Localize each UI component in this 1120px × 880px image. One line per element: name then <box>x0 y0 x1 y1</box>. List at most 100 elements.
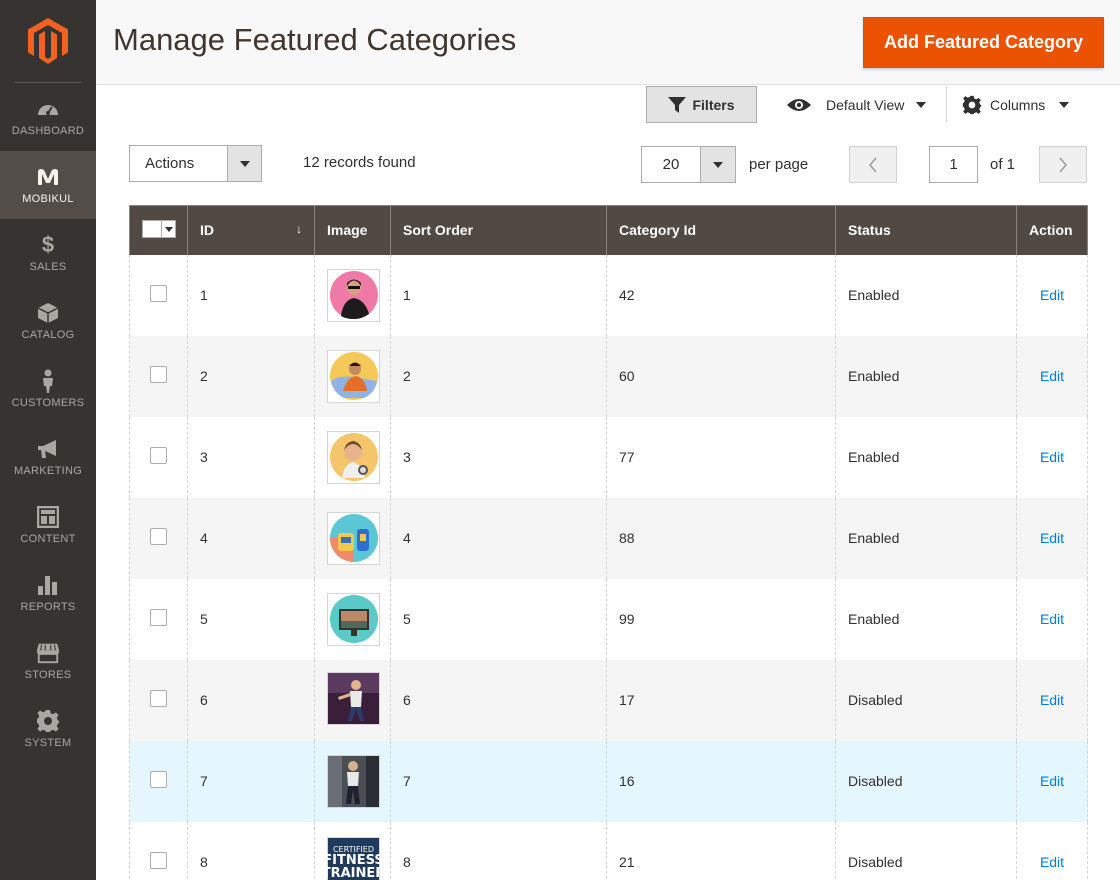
chevron-down-icon <box>161 221 175 238</box>
columns-button[interactable]: Columns <box>962 92 1070 118</box>
cell-sort-order: 4 <box>390 497 607 579</box>
page-header: Manage Featured Categories Add Featured … <box>96 0 1120 85</box>
mass-actions-select[interactable]: Actions <box>129 145 262 182</box>
sidebar-item-dashboard[interactable]: DASHBOARD <box>0 83 96 151</box>
sidebar-item-stores[interactable]: STORES <box>0 627 96 695</box>
magento-logo[interactable] <box>0 0 96 82</box>
sidebar-item-label: MOBIKUL <box>22 193 74 205</box>
sidebar-item-system[interactable]: SYSTEM <box>0 695 96 763</box>
row-checkbox[interactable] <box>150 366 167 383</box>
cell-status: Disabled <box>835 821 1017 880</box>
records-count: 12 records found <box>303 154 416 171</box>
next-page-button[interactable] <box>1039 146 1087 183</box>
columns-label: Columns <box>990 97 1046 113</box>
category-thumbnail <box>327 511 380 565</box>
sidebar-item-content[interactable]: CONTENT <box>0 491 96 559</box>
row-checkbox[interactable] <box>150 447 167 464</box>
table-row[interactable]: 5 5 99 Enabled Edit <box>129 578 1088 660</box>
mass-select-header[interactable] <box>129 205 188 255</box>
column-header-image: Image <box>314 205 391 255</box>
featured-categories-grid: ID ↓ Image Sort Order Category Id Status … <box>129 205 1088 880</box>
toolbar-divider <box>946 86 947 122</box>
sidebar-item-label: REPORTS <box>20 601 76 613</box>
column-header-sort-order[interactable]: Sort Order <box>390 205 607 255</box>
cell-id: 6 <box>187 659 315 741</box>
add-featured-category-button[interactable]: Add Featured Category <box>863 17 1104 68</box>
column-header-status[interactable]: Status <box>835 205 1017 255</box>
cell-id: 8 <box>187 821 315 880</box>
sidebar-item-sales[interactable]: $ SALES <box>0 219 96 287</box>
edit-link[interactable]: Edit <box>1040 449 1064 465</box>
cell-id: 4 <box>187 497 315 579</box>
filters-label: Filters <box>692 96 735 113</box>
edit-link[interactable]: Edit <box>1040 530 1064 546</box>
sort-down-icon: ↓ <box>296 222 302 237</box>
cell-sort-order: 2 <box>390 335 607 417</box>
thumbnail-text: TRAINER <box>321 866 386 880</box>
filter-icon <box>668 96 687 113</box>
page-title: Manage Featured Categories <box>113 22 517 57</box>
admin-sidebar: DASHBOARD MOBIKUL $ SALES CATALOG CUSTOM… <box>0 0 96 880</box>
page-number-input[interactable] <box>929 146 978 183</box>
dashboard-icon <box>36 97 60 121</box>
cell-category-id: 17 <box>606 659 836 741</box>
edit-link[interactable]: Edit <box>1040 854 1064 870</box>
category-thumbnail <box>327 592 380 646</box>
filters-button[interactable]: Filters <box>646 86 757 123</box>
table-row[interactable]: 7 7 16 Disabled Edit <box>129 740 1088 822</box>
sidebar-item-label: SYSTEM <box>24 737 72 749</box>
mass-select-checkbox[interactable] <box>142 220 176 239</box>
page-total: of 1 <box>990 156 1016 173</box>
per-page-select[interactable]: 20 <box>641 146 736 183</box>
chevron-down-icon <box>227 146 261 181</box>
row-checkbox[interactable] <box>150 771 167 788</box>
gear-icon <box>36 709 60 733</box>
row-checkbox[interactable] <box>150 852 167 869</box>
cell-sort-order: 5 <box>390 578 607 660</box>
cell-status: Disabled <box>835 740 1017 822</box>
table-row[interactable]: 6 6 17 Disabled Edit <box>129 659 1088 741</box>
cell-category-id: 60 <box>606 335 836 417</box>
previous-page-button[interactable] <box>849 146 897 183</box>
table-row[interactable]: 2 2 60 Enabled Edit <box>129 335 1088 417</box>
row-checkbox[interactable] <box>150 285 167 302</box>
edit-link[interactable]: Edit <box>1040 692 1064 708</box>
chevron-left-icon <box>869 157 877 172</box>
cell-sort-order: 7 <box>390 740 607 822</box>
chevron-down-icon <box>700 147 735 182</box>
bar-chart-icon <box>36 573 60 597</box>
sidebar-item-catalog[interactable]: CATALOG <box>0 287 96 355</box>
column-header-category-id[interactable]: Category Id <box>606 205 836 255</box>
sidebar-item-mobikul[interactable]: MOBIKUL <box>0 151 96 219</box>
edit-link[interactable]: Edit <box>1040 287 1064 303</box>
actions-label: Actions <box>145 155 195 172</box>
view-switcher[interactable]: Default View <box>786 92 927 118</box>
edit-link[interactable]: Edit <box>1040 773 1064 789</box>
cell-id: 1 <box>187 254 315 336</box>
sidebar-item-marketing[interactable]: MARKETING <box>0 423 96 491</box>
gear-icon <box>962 95 982 115</box>
edit-link[interactable]: Edit <box>1040 611 1064 627</box>
sidebar-item-reports[interactable]: REPORTS <box>0 559 96 627</box>
megaphone-icon <box>36 437 60 461</box>
table-row[interactable]: 8 CERTIFIED FITNESS TRAINER 8 21 Disable… <box>129 821 1088 880</box>
cell-status: Enabled <box>835 335 1017 417</box>
column-header-id[interactable]: ID ↓ <box>187 205 315 255</box>
table-row[interactable]: 4 4 88 Enabled Edit <box>129 497 1088 579</box>
row-checkbox[interactable] <box>150 609 167 626</box>
cell-category-id: 77 <box>606 416 836 498</box>
table-row[interactable]: 3 3 77 Enabled Edit <box>129 416 1088 498</box>
store-icon <box>36 641 60 665</box>
cell-sort-order: 3 <box>390 416 607 498</box>
cell-status: Enabled <box>835 497 1017 579</box>
category-thumbnail: CERTIFIED FITNESS TRAINER <box>322 836 385 880</box>
category-thumbnail <box>327 349 380 403</box>
sidebar-item-label: CONTENT <box>20 533 76 545</box>
row-checkbox[interactable] <box>150 690 167 707</box>
sidebar-item-customers[interactable]: CUSTOMERS <box>0 355 96 423</box>
cell-id: 2 <box>187 335 315 417</box>
dollar-icon: $ <box>41 232 55 257</box>
table-row[interactable]: 1 1 42 Enabled Edit <box>129 254 1088 336</box>
row-checkbox[interactable] <box>150 528 167 545</box>
edit-link[interactable]: Edit <box>1040 368 1064 384</box>
